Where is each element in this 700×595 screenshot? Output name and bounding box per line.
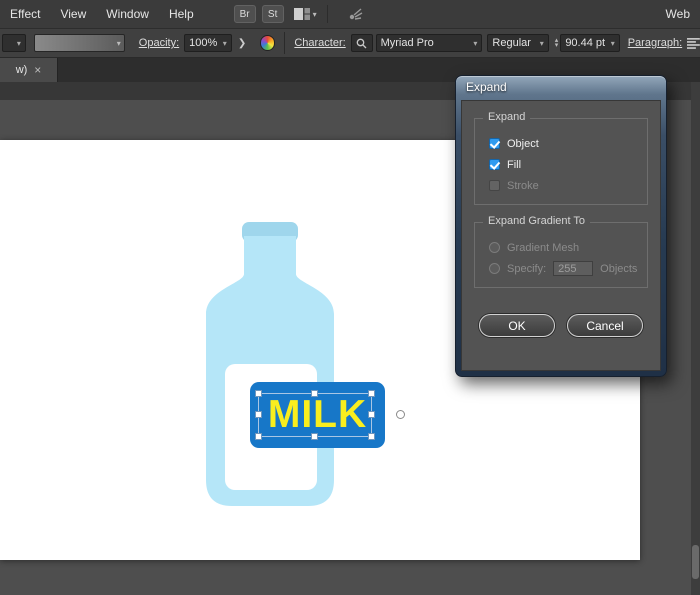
stock-button[interactable]: St bbox=[262, 5, 284, 23]
font-family-combo[interactable]: Myriad Pro ▾ bbox=[376, 34, 483, 52]
option-specify: Specify: Objects bbox=[483, 258, 639, 279]
opacity-value: 100% bbox=[189, 37, 217, 49]
selection-handle[interactable] bbox=[311, 390, 318, 397]
selection-handle[interactable] bbox=[255, 411, 262, 418]
milk-bottle-illustration[interactable] bbox=[205, 222, 340, 512]
objects-suffix-label: Objects bbox=[600, 263, 637, 275]
option-gradient-mesh: Gradient Mesh bbox=[483, 237, 639, 258]
style-field[interactable]: ▾ bbox=[34, 34, 125, 52]
document-tab[interactable]: w) × bbox=[0, 58, 58, 82]
chevron-down-icon: ▾ bbox=[473, 39, 477, 48]
dialog-body: Expand Object Fill Stroke Expand Gradien… bbox=[461, 100, 661, 371]
paragraph-label[interactable]: Paragraph: bbox=[628, 37, 682, 49]
chevron-down-icon: ▾ bbox=[540, 39, 544, 48]
chevron-down-icon: ▾ bbox=[17, 39, 21, 48]
option-stroke: Stroke bbox=[483, 175, 639, 196]
vertical-scrollbar[interactable] bbox=[691, 82, 700, 595]
font-search-button[interactable] bbox=[351, 34, 373, 52]
option-fill[interactable]: Fill bbox=[483, 154, 639, 175]
option-label: Specify: bbox=[507, 263, 546, 275]
expand-group: Expand Object Fill Stroke bbox=[474, 118, 648, 205]
font-style-value: Regular bbox=[492, 37, 531, 49]
character-label[interactable]: Character: bbox=[294, 37, 345, 49]
app-window: Effect View Window Help Br St ▾ Web ▾ bbox=[0, 0, 700, 595]
stroke-checkbox bbox=[489, 180, 500, 191]
separator bbox=[284, 32, 285, 54]
fill-checkbox[interactable] bbox=[489, 159, 500, 170]
selection-handle[interactable] bbox=[368, 433, 375, 440]
cancel-button[interactable]: Cancel bbox=[567, 314, 643, 337]
workspace-icon bbox=[294, 8, 310, 20]
option-label: Fill bbox=[507, 159, 521, 171]
gesture-icon bbox=[348, 7, 364, 21]
ok-button[interactable]: OK bbox=[479, 314, 555, 337]
selection-bounding-box[interactable] bbox=[258, 393, 372, 437]
menu-effect[interactable]: Effect bbox=[0, 0, 50, 28]
gradient-group-label: Expand Gradient To bbox=[483, 215, 590, 227]
font-size-combo[interactable]: 90.44 pt ▾ bbox=[560, 34, 619, 52]
chevron-down-icon: ▾ bbox=[223, 39, 227, 48]
selection-handle[interactable] bbox=[368, 390, 375, 397]
opacity-combo[interactable]: 100% ▾ bbox=[184, 34, 232, 52]
dialog-buttons: OK Cancel bbox=[462, 314, 660, 337]
gradient-group: Expand Gradient To Gradient Mesh Specify… bbox=[474, 222, 648, 288]
menu-bar: Effect View Window Help Br St ▾ Web bbox=[0, 0, 700, 28]
font-size-value: 90.44 pt bbox=[565, 37, 605, 49]
share-button[interactable] bbox=[348, 7, 364, 21]
menu-window[interactable]: Window bbox=[96, 0, 159, 28]
menu-view[interactable]: View bbox=[50, 0, 96, 28]
chevron-down-icon: ▾ bbox=[117, 39, 121, 48]
selection-handle[interactable] bbox=[311, 433, 318, 440]
close-icon[interactable]: × bbox=[34, 63, 41, 77]
gradient-mesh-radio bbox=[489, 242, 500, 253]
object-checkbox[interactable] bbox=[489, 138, 500, 149]
scrollbar-thumb[interactable] bbox=[692, 545, 699, 579]
specify-objects-input bbox=[553, 261, 593, 276]
option-object[interactable]: Object bbox=[483, 133, 639, 154]
anchor-point-handle[interactable] bbox=[396, 410, 405, 419]
recolor-artwork-icon[interactable] bbox=[260, 35, 276, 51]
workspace-label[interactable]: Web bbox=[666, 7, 700, 21]
selection-handle[interactable] bbox=[368, 411, 375, 418]
expand-dialog: Expand Expand Object Fill Stroke Expand bbox=[455, 75, 667, 377]
align-left-icon[interactable] bbox=[687, 38, 700, 49]
left-combo[interactable]: ▾ bbox=[2, 34, 26, 52]
workspace-switcher[interactable]: ▾ bbox=[294, 8, 317, 20]
font-size-stepper[interactable]: ▴▾ bbox=[555, 38, 559, 48]
opacity-label[interactable]: Opacity: bbox=[139, 37, 179, 49]
tab-label: w) bbox=[16, 64, 28, 76]
specify-radio bbox=[489, 263, 500, 274]
font-style-combo[interactable]: Regular ▾ bbox=[487, 34, 548, 52]
option-label: Gradient Mesh bbox=[507, 242, 579, 254]
search-icon bbox=[356, 38, 367, 49]
separator bbox=[327, 5, 328, 23]
option-label: Object bbox=[507, 138, 539, 150]
option-label: Stroke bbox=[507, 180, 539, 192]
chevron-down-icon: ▾ bbox=[611, 39, 615, 48]
menu-help[interactable]: Help bbox=[159, 0, 204, 28]
dialog-title-bar[interactable]: Expand bbox=[456, 76, 666, 94]
expand-group-label: Expand bbox=[483, 111, 530, 123]
chevron-right-button[interactable]: ❯ bbox=[235, 34, 250, 52]
chevron-down-icon: ▾ bbox=[313, 10, 317, 19]
control-bar: ▾ ▾ Opacity: 100% ▾ ❯ Character: Myriad … bbox=[0, 28, 700, 58]
selection-handle[interactable] bbox=[255, 390, 262, 397]
selection-handle[interactable] bbox=[255, 433, 262, 440]
bridge-button[interactable]: Br bbox=[234, 5, 256, 23]
font-family-value: Myriad Pro bbox=[381, 37, 434, 49]
